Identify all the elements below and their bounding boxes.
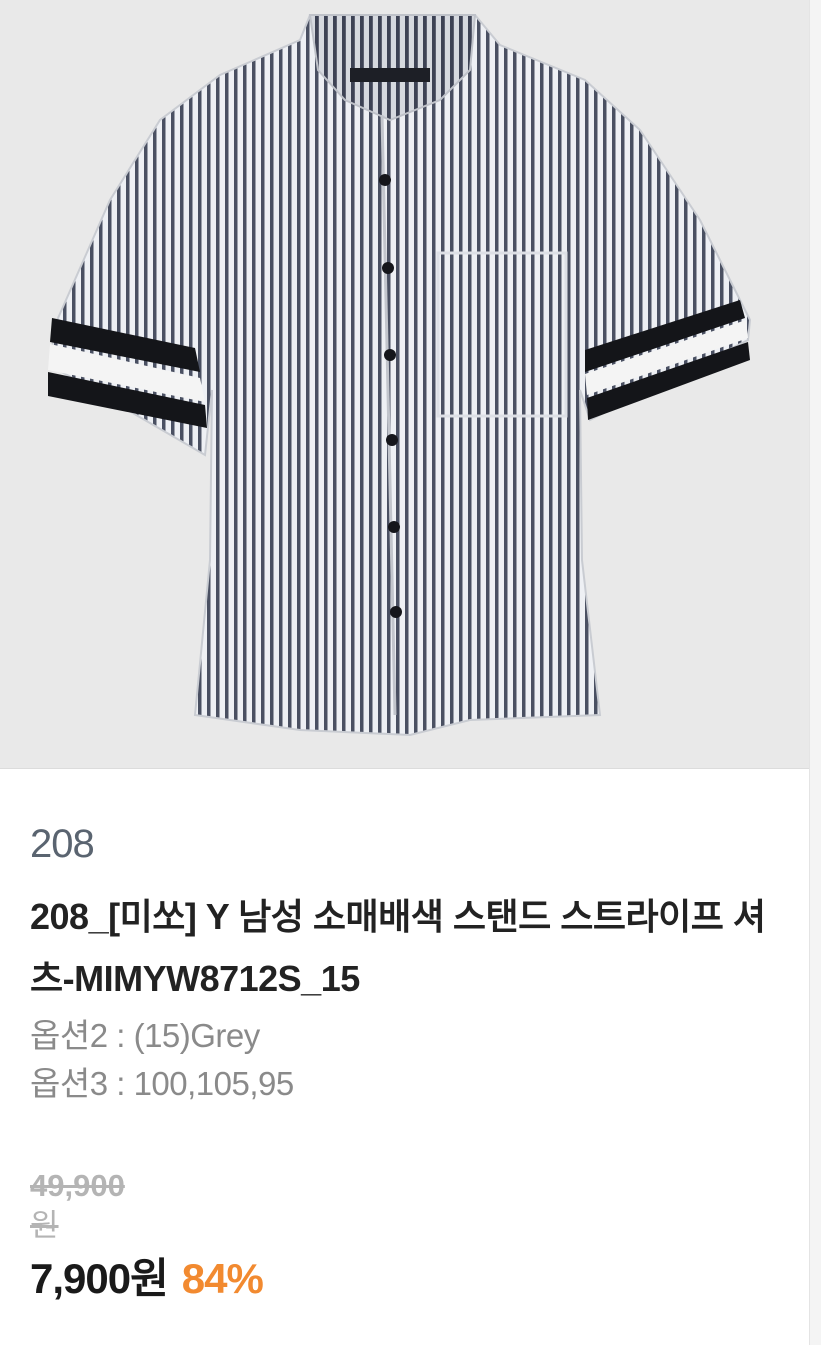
right-gutter <box>810 0 821 1345</box>
option-color: 옵션2 : (15)Grey <box>30 1017 260 1054</box>
original-price-unit: 원 <box>30 1208 59 1243</box>
discount-rate: 84% <box>181 1255 264 1302</box>
product-card[interactable]: 208 208_[미쏘] Y 남성 소매배색 스탠드 스트라이프 셔츠-MIMY… <box>0 0 810 1345</box>
product-title[interactable]: 208_[미쏘] Y 남성 소매배색 스탠드 스트라이프 셔츠-MIMYW871… <box>30 886 790 1010</box>
product-info: 208 208_[미쏘] Y 남성 소매배색 스탠드 스트라이프 셔츠-MIMY… <box>30 820 790 1304</box>
product-image[interactable] <box>0 0 809 769</box>
original-price-value: 49,900 <box>30 1168 125 1203</box>
option-size: 옵션3 : 100,105,95 <box>30 1065 294 1102</box>
original-price: 49,900 원 <box>30 1166 180 1246</box>
shirt-illustration <box>48 14 752 737</box>
brand-name[interactable]: 208 <box>30 820 790 868</box>
price-row: 7,900원 84% <box>30 1254 790 1304</box>
sale-price: 7,900원 <box>30 1255 169 1302</box>
